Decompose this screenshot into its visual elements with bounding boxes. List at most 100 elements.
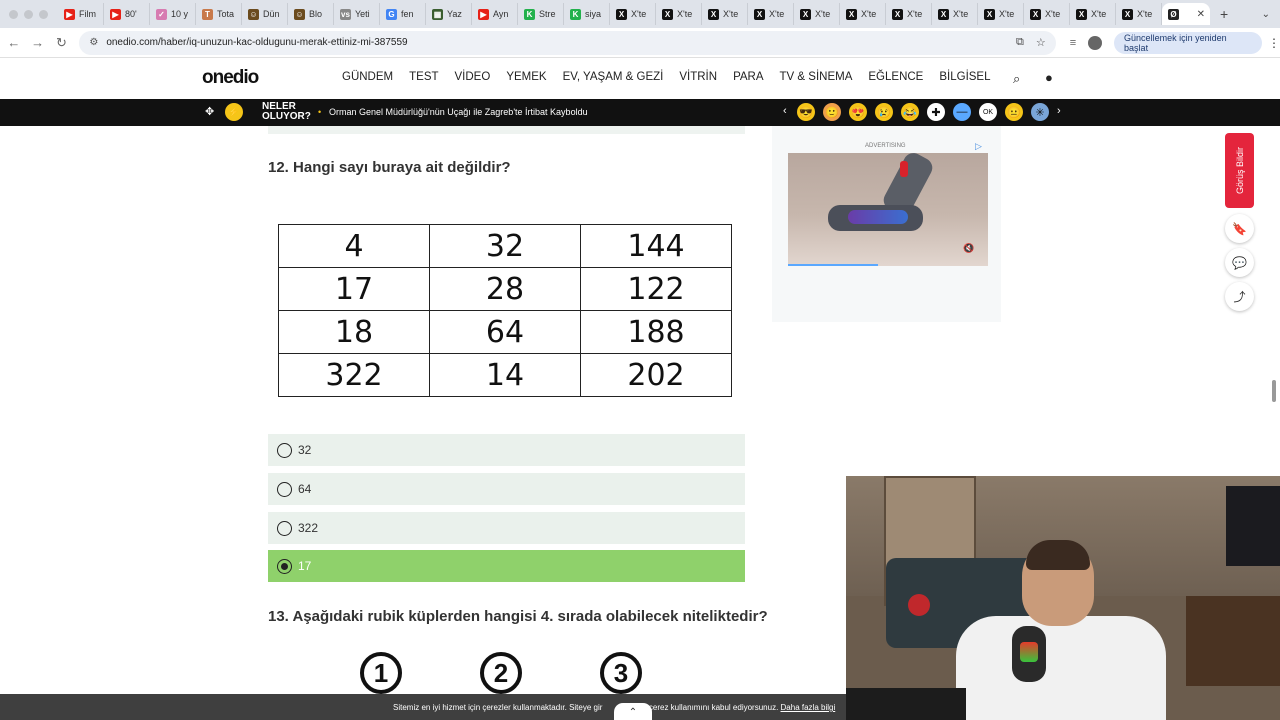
chevron-up-icon[interactable]: ⌃: [614, 703, 652, 720]
answer-option[interactable]: 64: [268, 473, 745, 505]
reload-icon[interactable]: ↻: [50, 35, 74, 51]
site-logo[interactable]: onedio: [202, 67, 259, 89]
browser-tab[interactable]: ▶ Ayn: [472, 3, 518, 25]
update-button[interactable]: Güncellemek için yeniden başlat: [1114, 31, 1262, 54]
browser-tab[interactable]: X X'te: [840, 3, 886, 25]
cookie-more-link[interactable]: Daha fazla bilgi: [781, 703, 836, 712]
browser-tab[interactable]: ▦ Yaz: [426, 3, 472, 25]
tab-favicon-icon: ☺: [248, 8, 259, 20]
reaction-emoji-icon[interactable]: 😂: [901, 103, 919, 121]
maximize-window-button[interactable]: [39, 9, 48, 19]
install-app-icon[interactable]: ⧉: [1016, 36, 1024, 49]
forward-icon[interactable]: →: [26, 35, 50, 50]
menu-item[interactable]: TEST: [409, 71, 438, 83]
tab-search-icon[interactable]: ⌄: [1262, 9, 1270, 20]
browser-tab[interactable]: Ksiya: [564, 3, 610, 25]
browser-tab[interactable]: X X'te: [748, 3, 794, 25]
reaction-emoji-icon[interactable]: —: [953, 103, 971, 121]
adchoices-icon[interactable]: ▷: [975, 141, 982, 152]
tab-favicon-icon: X: [800, 8, 811, 20]
menu-item[interactable]: EV, YAŞAM & GEZİ: [563, 71, 664, 83]
radio-button[interactable]: [277, 481, 292, 497]
active-tab[interactable]: Ø ✕: [1162, 3, 1210, 25]
browser-tab[interactable]: X X'te: [702, 3, 748, 25]
answer-option[interactable]: 32: [268, 434, 745, 466]
answer-option[interactable]: 322: [268, 512, 745, 544]
browser-menu-icon[interactable]: ⋮: [1268, 36, 1280, 50]
menu-item[interactable]: YEMEK: [506, 71, 546, 83]
browser-tab[interactable]: X X'te: [656, 3, 702, 25]
url-omnibox[interactable]: ⚙ onedio.com/haber/iq-unuzun-kac-oldugun…: [79, 30, 1056, 55]
browser-tab[interactable]: T Tota: [196, 3, 242, 25]
browser-tab[interactable]: ▶ 80': [104, 3, 150, 25]
browser-tab[interactable]: X X'te: [886, 3, 932, 25]
advertising-label: ADVERTISING: [865, 143, 906, 149]
menu-item[interactable]: VİDEO: [455, 71, 491, 83]
user-icon[interactable]: ●: [1045, 70, 1053, 85]
browser-tab[interactable]: ☺ Dün: [242, 3, 288, 25]
bookmark-star-icon[interactable]: ☆: [1036, 36, 1046, 49]
answer-option[interactable]: 17: [268, 550, 745, 582]
reaction-emoji-icon[interactable]: 😐: [1005, 103, 1023, 121]
mute-icon[interactable]: 🔇: [963, 243, 974, 254]
browser-tab[interactable]: X X'te: [1024, 3, 1070, 25]
feedback-button[interactable]: Görüş Bildir: [1225, 133, 1254, 208]
tab-label: 80': [125, 9, 137, 19]
menu-item[interactable]: GÜNDEM: [342, 71, 393, 83]
browser-tab[interactable]: X X'te: [932, 3, 978, 25]
tab-favicon-icon: G: [386, 8, 397, 20]
back-icon[interactable]: ←: [2, 35, 26, 50]
bookmark-icon[interactable]: 🔖: [1225, 214, 1254, 243]
menu-item[interactable]: VİTRİN: [679, 71, 717, 83]
minimize-window-button[interactable]: [24, 9, 33, 19]
browser-tab[interactable]: X X'te: [978, 3, 1024, 25]
radio-button[interactable]: [277, 520, 292, 536]
profile-avatar[interactable]: [1088, 35, 1103, 50]
menu-item[interactable]: EĞLENCE: [868, 71, 923, 83]
site-info-icon[interactable]: ⚙: [89, 37, 98, 48]
chevron-left-icon[interactable]: ‹: [783, 105, 787, 117]
reaction-emoji-icon[interactable]: ✚: [927, 103, 945, 121]
tab-label: siya: [585, 9, 602, 19]
radio-button[interactable]: [277, 558, 292, 574]
search-icon[interactable]: ⌕: [1013, 71, 1020, 87]
reaction-emoji-icon[interactable]: 😢: [875, 103, 893, 121]
tab-label: X'te: [769, 9, 785, 19]
new-tab-button[interactable]: +: [1220, 6, 1228, 22]
menu-item[interactable]: PARA: [733, 71, 763, 83]
browser-tab[interactable]: vs Yeti: [334, 3, 380, 25]
scrollbar-thumb[interactable]: [1272, 380, 1276, 402]
close-icon[interactable]: ✕: [1197, 9, 1205, 20]
browser-tab[interactable]: ▶ Film: [58, 3, 104, 25]
grid-icon[interactable]: ✥: [205, 105, 214, 118]
ticker-headline[interactable]: Orman Genel Müdürlüğü'nün Uçağı ile Zagr…: [329, 107, 588, 117]
browser-tab[interactable]: X X'te: [610, 3, 656, 25]
comments-icon[interactable]: 💬: [1225, 248, 1254, 277]
table-cell: 144: [580, 224, 732, 268]
reaction-emoji-icon[interactable]: ✳: [1031, 103, 1049, 121]
tab-favicon-icon: ☺: [294, 8, 305, 20]
browser-tab[interactable]: ☺ Blo: [288, 3, 334, 25]
reaction-emoji-icon[interactable]: 😍: [849, 103, 867, 121]
cube-number-2: 2: [480, 652, 522, 694]
tab-label: X'te: [953, 9, 969, 19]
browser-tab[interactable]: K Stre: [518, 3, 564, 25]
radio-button[interactable]: [277, 442, 292, 458]
reaction-emoji-icon[interactable]: 😎: [797, 103, 815, 121]
main-menu: GÜNDEM TEST VİDEO YEMEK EV, YAŞAM & GEZİ VİTR…: [342, 71, 991, 83]
browser-tab[interactable]: Gfen: [380, 3, 426, 25]
reading-list-icon[interactable]: ≡: [1070, 37, 1076, 49]
reaction-emoji-icon[interactable]: 🙂: [823, 103, 841, 121]
chevron-right-icon[interactable]: ›: [1057, 105, 1061, 117]
browser-tab[interactable]: X X'te: [794, 3, 840, 25]
menu-item[interactable]: TV & SİNEMA: [780, 71, 853, 83]
reaction-emoji-icon[interactable]: OK: [979, 103, 997, 121]
browser-tab[interactable]: ✓ 10 y: [150, 3, 196, 25]
share-icon[interactable]: ⤴: [1225, 282, 1254, 311]
url-text[interactable]: onedio.com/haber/iq-unuzun-kac-oldugunu-…: [106, 37, 1004, 48]
browser-tab[interactable]: X X'te: [1116, 3, 1162, 25]
ad-video[interactable]: 🔇: [788, 153, 988, 266]
browser-tab[interactable]: X X'te: [1070, 3, 1116, 25]
menu-item[interactable]: BİLGİSEL: [939, 71, 990, 83]
close-window-button[interactable]: [9, 9, 18, 19]
